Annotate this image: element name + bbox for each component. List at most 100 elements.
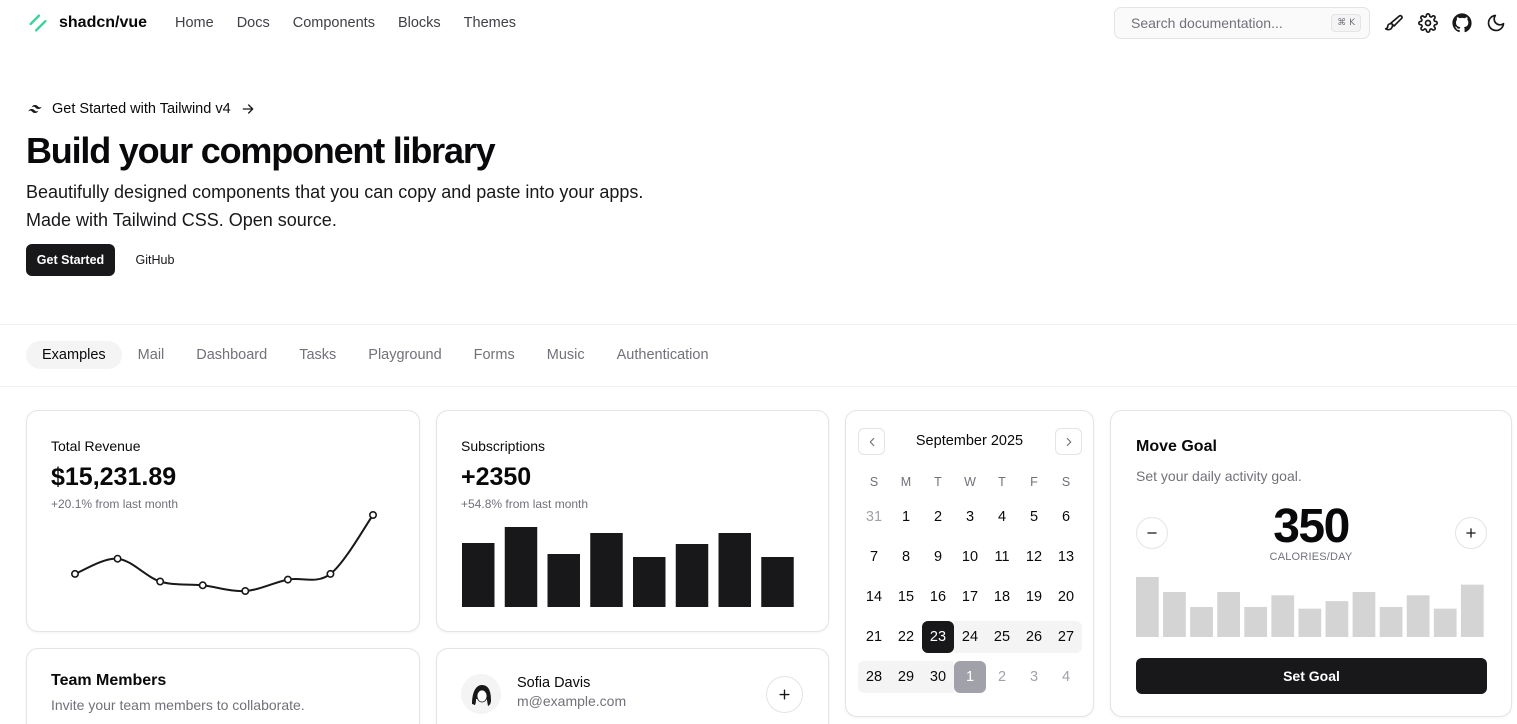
calendar-day[interactable]: 17 (954, 581, 986, 613)
weekday-label: T (998, 475, 1006, 489)
revenue-point-4 (241, 587, 250, 596)
calendar-day[interactable]: 6 (1050, 501, 1082, 533)
divider (0, 324, 1517, 325)
calendar-day[interactable]: 7 (858, 541, 890, 573)
calendar-day[interactable]: 3 (954, 501, 986, 533)
page-title: Build your component library (26, 130, 496, 171)
calendar-day[interactable]: 18 (986, 581, 1018, 613)
calendar-day[interactable]: 1 (890, 501, 922, 533)
arrow-right-icon (242, 104, 253, 114)
calendar-day-selected[interactable]: 23 (922, 621, 954, 653)
person-card: Sofia Davis m@example.com (436, 648, 829, 724)
calendar-day[interactable]: 9 (922, 541, 954, 573)
calendar-grid: S M T W T F S 31 1 2 3 4 5 6 7 8 9 10 11 12 13 14 15 16 17 18 19 20… (858, 471, 1082, 693)
revenue-card: Total Revenue $15,231.89 +20.1% from las… (26, 410, 420, 632)
goal-bar-3 (1217, 592, 1240, 637)
calendar-day[interactable]: 20 (1050, 581, 1082, 613)
nav-docs[interactable]: Docs (237, 15, 270, 31)
calendar-day[interactable]: 16 (922, 581, 954, 613)
tailwind-icon (28, 105, 42, 113)
logo[interactable]: shadcn/vue (27, 12, 147, 34)
goal-bar-0 (1136, 577, 1159, 637)
nav-home[interactable]: Home (175, 15, 214, 31)
calendar-card: September 2025 S M T W T F S 31 1 2 3 4 5 6 7 8 9 10 11 12 1… (845, 410, 1094, 717)
subscriptions-bar-3 (590, 533, 623, 607)
goal-bar-4 (1244, 607, 1268, 637)
tab-authentication[interactable]: Authentication (601, 341, 725, 369)
plus-icon (779, 689, 790, 700)
calendar-day[interactable]: 29 (890, 661, 922, 693)
calendar-day[interactable]: 30 (922, 661, 954, 693)
github-button[interactable]: GitHub (125, 244, 185, 276)
goal-bar-8 (1352, 592, 1376, 637)
calendar-day[interactable]: 24 (954, 621, 986, 653)
subscriptions-bar-7 (761, 557, 794, 607)
tab-dashboard[interactable]: Dashboard (180, 341, 283, 369)
next-month-button[interactable] (1055, 428, 1082, 455)
calendar-weekdays: SMTWTFS (858, 471, 1082, 493)
goal-bar-1 (1163, 592, 1186, 637)
moon-icon[interactable] (1486, 13, 1506, 33)
calendar-day[interactable]: 10 (954, 541, 986, 573)
team-title: Team Members (51, 672, 167, 689)
goal-bar-7 (1325, 601, 1349, 637)
goal-bar-6 (1298, 608, 1322, 637)
calendar-day[interactable]: 19 (1018, 581, 1050, 613)
calendar-day[interactable]: 4 (1050, 661, 1082, 693)
search-input[interactable]: Search documentation... ⌘ K (1114, 7, 1370, 39)
nav-blocks[interactable]: Blocks (398, 15, 441, 31)
search-placeholder: Search documentation... (1131, 15, 1283, 31)
calendar-day[interactable]: 22 (890, 621, 922, 653)
examples-tabs: Examples Mail Dashboard Tasks Playground… (26, 341, 725, 369)
calendar-day[interactable]: 11 (986, 541, 1018, 573)
nav-components[interactable]: Components (293, 15, 375, 31)
tab-music[interactable]: Music (531, 341, 601, 369)
logo-text: shadcn/vue (59, 14, 148, 31)
paint-brush-icon[interactable] (1384, 13, 1404, 33)
calendar-week: 28 29 30 1 2 3 4 (858, 661, 1082, 693)
calendar-day[interactable]: 5 (1018, 501, 1050, 533)
subscriptions-bar-6 (718, 533, 751, 607)
tab-mail[interactable]: Mail (122, 341, 181, 369)
calendar-day[interactable]: 27 (1050, 621, 1082, 653)
gear-icon[interactable] (1418, 13, 1438, 33)
tab-tasks[interactable]: Tasks (283, 341, 352, 369)
revenue-point-1 (113, 554, 122, 563)
calendar-day[interactable]: 26 (1018, 621, 1050, 653)
person-email: m@example.com (517, 693, 627, 709)
calendar-day[interactable]: 31 (858, 501, 890, 533)
set-goal-button[interactable]: Set Goal (1136, 658, 1487, 694)
calendar-day[interactable]: 21 (858, 621, 890, 653)
nav-themes[interactable]: Themes (464, 15, 516, 31)
announcement-text: Get Started with Tailwind v4 (52, 101, 231, 117)
goal-bar-9 (1379, 607, 1403, 637)
calendar-day[interactable]: 15 (890, 581, 922, 613)
revenue-line (74, 514, 374, 593)
tab-forms[interactable]: Forms (458, 341, 531, 369)
tab-playground[interactable]: Playground (352, 341, 457, 369)
calendar-day[interactable]: 14 (858, 581, 890, 613)
add-member-button[interactable] (766, 676, 803, 713)
calendar-day[interactable]: 4 (986, 501, 1018, 533)
get-started-button[interactable]: Get Started (26, 244, 115, 276)
goal-bar-12 (1460, 584, 1484, 637)
divider (0, 386, 1517, 387)
subscriptions-bar-4 (633, 557, 666, 607)
calendar-day[interactable]: 13 (1050, 541, 1082, 573)
team-description: Invite your team members to collaborate. (51, 697, 305, 713)
calendar-day[interactable]: 2 (922, 501, 954, 533)
site-header: shadcn/vue Home Docs Components Blocks T… (0, 0, 1517, 46)
github-icon[interactable] (1452, 13, 1472, 33)
calendar-day[interactable]: 3 (1018, 661, 1050, 693)
calendar-day[interactable]: 8 (890, 541, 922, 573)
calendar-day[interactable]: 2 (986, 661, 1018, 693)
tab-examples[interactable]: Examples (26, 341, 122, 369)
calendar-day[interactable]: 28 (858, 661, 890, 693)
subtitle-line-1: Beautifully designed components that you… (26, 182, 644, 202)
calendar-week: 14 15 16 17 18 19 20 (858, 581, 1082, 613)
calendar-day[interactable]: 12 (1018, 541, 1050, 573)
calendar-day[interactable]: 25 (986, 621, 1018, 653)
announcement-link[interactable]: Get Started with Tailwind v4 (27, 101, 256, 117)
calendar-day-range-end[interactable]: 1 (954, 661, 986, 693)
weekday-label: M (900, 475, 912, 489)
